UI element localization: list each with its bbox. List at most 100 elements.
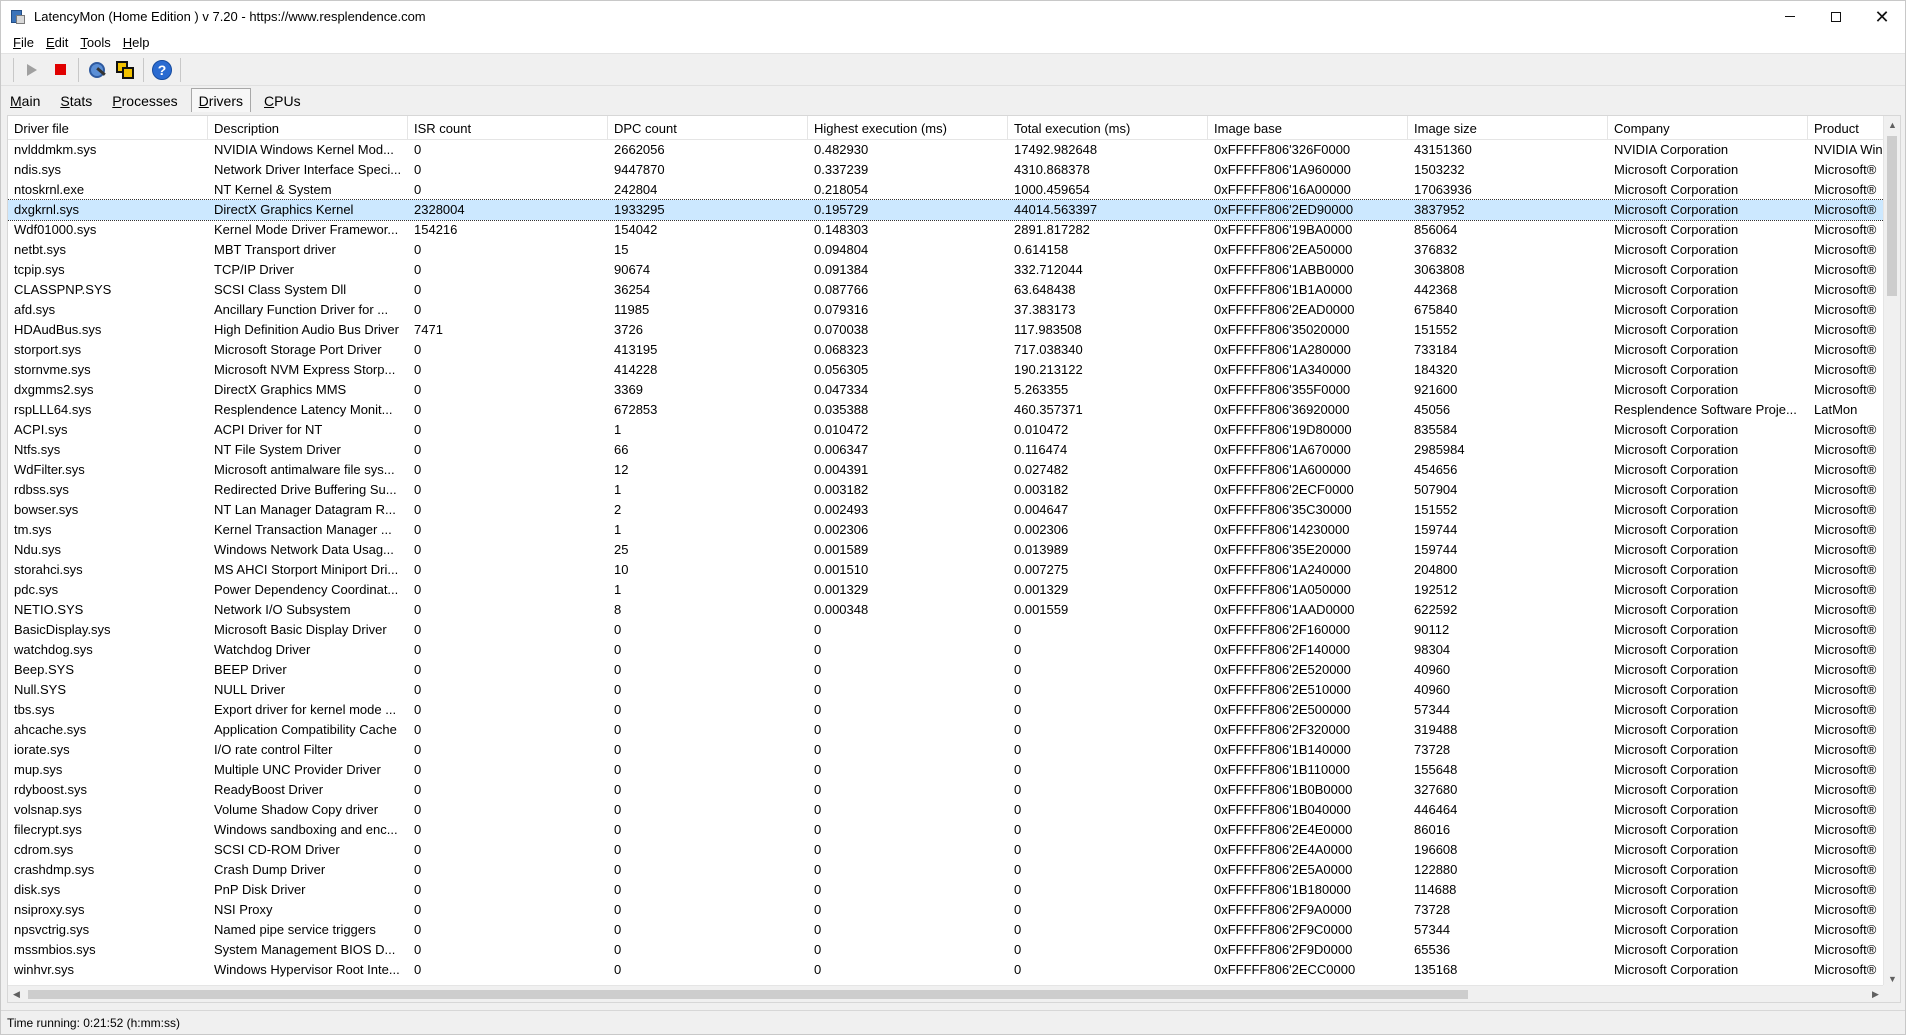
table-row[interactable]: ndis.sys Network Driver Interface Speci..…: [8, 160, 1884, 180]
horizontal-scroll-thumb[interactable]: [28, 990, 1468, 999]
table-row[interactable]: ahcache.sys Application Compatibility Cac…: [8, 720, 1884, 740]
column-header[interactable]: Driver file: [8, 116, 208, 140]
table-cell: rdbss.sys: [14, 482, 69, 497]
scroll-up-icon[interactable]: ▲: [1884, 116, 1900, 133]
table-row[interactable]: tm.sys Kernel Transaction Manager ... 0 1 0.…: [8, 520, 1884, 540]
horizontal-scrollbar[interactable]: ◀ ▶: [8, 985, 1884, 1002]
table-row[interactable]: volsnap.sys Volume Shadow Copy driver 0 0 0 0…: [8, 800, 1884, 820]
table-cell: 0: [414, 382, 422, 397]
vertical-scrollbar[interactable]: ▲ ▼: [1883, 116, 1900, 987]
table-cell: Kernel Transaction Manager ...: [214, 522, 392, 537]
menu-edit[interactable]: Edit: [40, 35, 74, 50]
table-row[interactable]: afd.sys Ancillary Function Driver for ...…: [8, 300, 1884, 320]
table-cell: NT Lan Manager Datagram R...: [214, 502, 396, 517]
table-row[interactable]: stornvme.sys Microsoft NVM Express Storp.…: [8, 360, 1884, 380]
column-header[interactable]: Product: [1808, 116, 1884, 140]
table-row[interactable]: rspLLL64.sys Resplendence Latency Monit..…: [8, 400, 1884, 420]
table-cell: CLASSPNP.SYS: [14, 282, 112, 297]
start-button[interactable]: [18, 57, 46, 83]
table-cell: LatMon: [1814, 402, 1858, 417]
tab-processes[interactable]: Processes: [105, 90, 184, 112]
menu-file[interactable]: File: [7, 35, 40, 50]
table-row[interactable]: WdFilter.sys Microsoft antimalware file s…: [8, 460, 1884, 480]
column-header[interactable]: Image size: [1408, 116, 1608, 140]
table-row[interactable]: storport.sys Microsoft Storage Port Drive…: [8, 340, 1884, 360]
table-cell: ACPI Driver for NT: [214, 422, 323, 437]
title-bar[interactable]: LatencyMon (Home Edition ) v 7.20 - http…: [1, 1, 1905, 32]
table-row[interactable]: dxgkrnl.sys DirectX Graphics Kernel 232800…: [8, 199, 1885, 221]
table-cell: 0: [614, 702, 622, 717]
table-row[interactable]: Beep.SYS BEEP Driver 0 0 0 0 0xFFFFF806'2E5200…: [8, 660, 1884, 680]
table-cell: 0.001559: [1014, 602, 1069, 617]
table-row[interactable]: BasicDisplay.sys Microsoft Basic Display …: [8, 620, 1884, 640]
table-cell: Microsoft®: [1814, 962, 1877, 977]
table-row[interactable]: winhvr.sys Windows Hypervisor Root Inte..…: [8, 960, 1884, 980]
table-cell: 98304: [1414, 642, 1451, 657]
menu-tools[interactable]: Tools: [74, 35, 116, 50]
column-header[interactable]: Description: [208, 116, 408, 140]
column-header[interactable]: DPC count: [608, 116, 808, 140]
close-button[interactable]: ✕: [1859, 1, 1905, 32]
table-cell: Microsoft®: [1814, 282, 1877, 297]
tools-button[interactable]: [83, 57, 111, 83]
table-row[interactable]: npsvctrig.sys Named pipe service triggers…: [8, 920, 1884, 940]
column-header[interactable]: ISR count: [408, 116, 608, 140]
table-row[interactable]: bowser.sys NT Lan Manager Datagram R... 0 2…: [8, 500, 1884, 520]
table-cell: Microsoft Corporation: [1614, 742, 1739, 757]
stop-button[interactable]: [46, 57, 74, 83]
table-row[interactable]: NETIO.SYS Network I/O Subsystem 0 8 0.000348…: [8, 600, 1884, 620]
menu-help[interactable]: Help: [117, 35, 156, 50]
tab-stats[interactable]: Stats: [53, 90, 99, 112]
table-row[interactable]: nvlddmkm.sys NVIDIA Windows Kernel Mod...…: [8, 140, 1884, 160]
table-cell: 10: [614, 562, 629, 577]
scroll-left-icon[interactable]: ◀: [8, 986, 25, 1002]
table-row[interactable]: Null.SYS NULL Driver 0 0 0 0 0xFFFFF806'2E5100…: [8, 680, 1884, 700]
scroll-right-icon[interactable]: ▶: [1867, 986, 1884, 1002]
table-row[interactable]: crashdmp.sys Crash Dump Driver 0 0 0 0 0xFFFFF…: [8, 860, 1884, 880]
table-row[interactable]: ACPI.sys ACPI Driver for NT 0 1 0.010472 0.01…: [8, 420, 1884, 440]
table-row[interactable]: HDAudBus.sys High Definition Audio Bus Dr…: [8, 320, 1884, 340]
drivers-table[interactable]: Driver file Description ISR count DPC count…: [7, 115, 1901, 1003]
table-row[interactable]: Ntfs.sys NT File System Driver 0 66 0.006347…: [8, 440, 1884, 460]
table-row[interactable]: rdyboost.sys ReadyBoost Driver 0 0 0 0 0xFFFFF…: [8, 780, 1884, 800]
table-cell: 0.003182: [814, 482, 869, 497]
tab-main[interactable]: Main: [3, 90, 47, 112]
table-cell: Microsoft®: [1814, 882, 1877, 897]
column-header[interactable]: Highest execution (ms): [808, 116, 1008, 140]
table-row[interactable]: mssmbios.sys System Management BIOS D... 0…: [8, 940, 1884, 960]
table-row[interactable]: ntoskrnl.exe NT Kernel & System 0 242804 0.2…: [8, 180, 1884, 200]
vertical-scroll-thumb[interactable]: [1887, 136, 1897, 296]
table-row[interactable]: Wdf01000.sys Kernel Mode Driver Framewor.…: [8, 220, 1884, 240]
table-cell: 0: [414, 562, 422, 577]
maximize-button[interactable]: [1813, 1, 1859, 32]
table-row[interactable]: storahci.sys MS AHCI Storport Miniport Dr…: [8, 560, 1884, 580]
minimize-button[interactable]: [1767, 1, 1813, 32]
column-header[interactable]: Total execution (ms): [1008, 116, 1208, 140]
table-cell: nvlddmkm.sys: [14, 142, 97, 157]
table-cell: 0xFFFFF806'2E4A0000: [1214, 842, 1353, 857]
tab-cpus[interactable]: C PUs: [257, 90, 308, 112]
tab-drivers[interactable]: Drivers: [190, 88, 252, 112]
table-row[interactable]: mup.sys Multiple UNC Provider Driver 0 0 0 0 0…: [8, 760, 1884, 780]
table-row[interactable]: netbt.sys MBT Transport driver 0 15 0.094804…: [8, 240, 1884, 260]
column-header[interactable]: Image base: [1208, 116, 1408, 140]
table-row[interactable]: disk.sys PnP Disk Driver 0 0 0 0 0xFFFFF806'1B…: [8, 880, 1884, 900]
column-header[interactable]: Company: [1608, 116, 1808, 140]
table-row[interactable]: pdc.sys Power Dependency Coordinat... 0 1 0.…: [8, 580, 1884, 600]
table-row[interactable]: watchdog.sys Watchdog Driver 0 0 0 0 0xFFFFF80…: [8, 640, 1884, 660]
table-cell: 63.648438: [1014, 282, 1076, 297]
table-row[interactable]: CLASSPNP.SYS SCSI Class System Dll 0 36254 0…: [8, 280, 1884, 300]
table-row[interactable]: tcpip.sys TCP/IP Driver 0 90674 0.091384 332.…: [8, 260, 1884, 280]
table-cell: 0.002493: [814, 502, 869, 517]
table-row[interactable]: rdbss.sys Redirected Drive Buffering Su..…: [8, 480, 1884, 500]
table-cell: Redirected Drive Buffering Su...: [214, 482, 397, 497]
table-row[interactable]: tbs.sys Export driver for kernel mode ...…: [8, 700, 1884, 720]
table-row[interactable]: cdrom.sys SCSI CD-ROM Driver 0 0 0 0 0xFFFFF80…: [8, 840, 1884, 860]
table-row[interactable]: filecrypt.sys Windows sandboxing and enc.…: [8, 820, 1884, 840]
table-row[interactable]: nsiproxy.sys NSI Proxy 0 0 0 0 0xFFFFF806'2F9A…: [8, 900, 1884, 920]
table-row[interactable]: Ndu.sys Windows Network Data Usag... 0 25 0.…: [8, 540, 1884, 560]
table-row[interactable]: dxgmms2.sys DirectX Graphics MMS 0 3369 0.04…: [8, 380, 1884, 400]
windows-button[interactable]: [111, 57, 139, 83]
help-button[interactable]: ?: [148, 57, 176, 83]
table-row[interactable]: iorate.sys I/O rate control Filter 0 0 0 0 0xF…: [8, 740, 1884, 760]
